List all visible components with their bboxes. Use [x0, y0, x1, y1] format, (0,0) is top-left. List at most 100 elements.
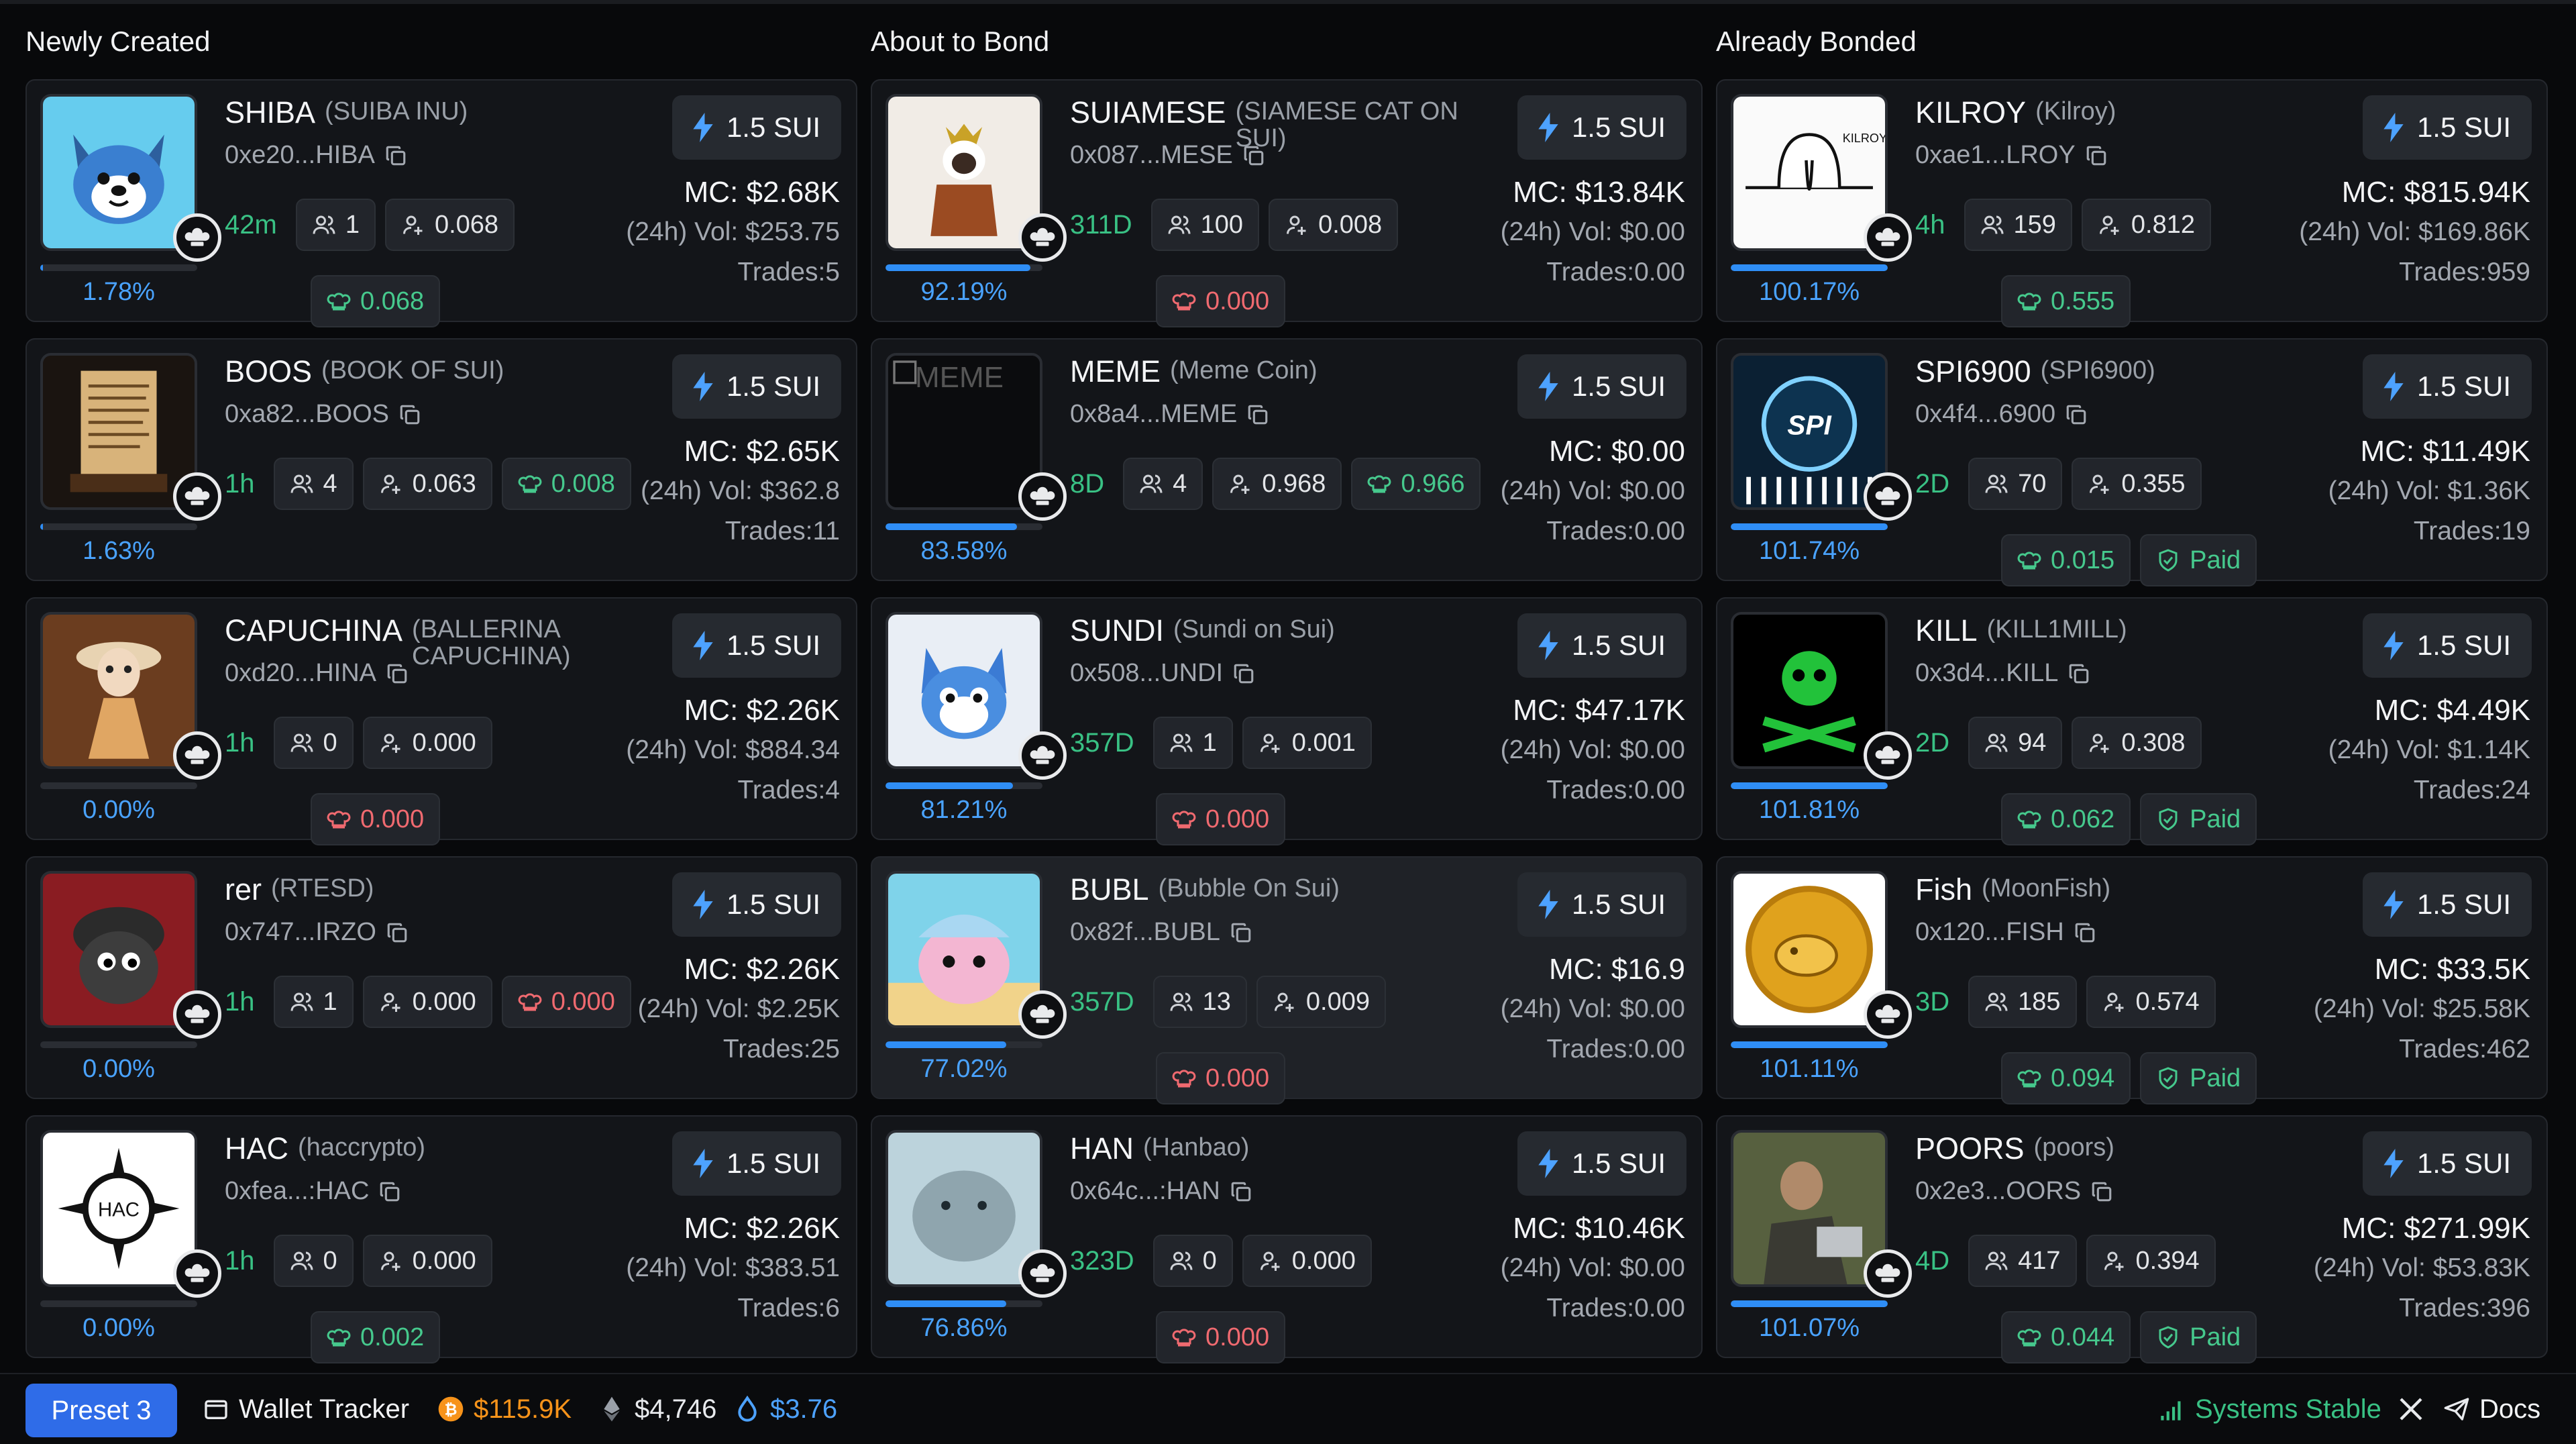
platform-badge	[1018, 1249, 1067, 1298]
quick-buy-button[interactable]: 1.5 SUI	[2363, 1131, 2532, 1196]
token-symbol[interactable]: SUNDI	[1070, 613, 1164, 648]
token-age: 357D	[1070, 727, 1134, 758]
token-symbol[interactable]: SPI6900	[1915, 354, 2031, 389]
token-avatar[interactable]	[1731, 612, 1888, 769]
copy-address-button[interactable]	[398, 403, 421, 426]
token-symbol[interactable]: BUBL	[1070, 872, 1149, 907]
copy-address-button[interactable]	[386, 921, 409, 944]
token-symbol[interactable]: SUIAMESE	[1070, 95, 1226, 130]
quick-buy-button[interactable]: 1.5 SUI	[672, 872, 841, 937]
copy-address-button[interactable]	[1246, 403, 1269, 426]
token-symbol[interactable]: HAC	[225, 1131, 288, 1166]
copy-address-button[interactable]	[1232, 662, 1255, 685]
token-card[interactable]: 101.07% POORS (poors) 0x2e3...OORS 4D 417 0.39…	[1716, 1115, 2548, 1363]
token-avatar[interactable]: MEME	[885, 353, 1042, 510]
bonding-percent: 101.07%	[1758, 1314, 1860, 1342]
token-fullname: (KILL1MILL)	[1986, 615, 2127, 643]
token-symbol[interactable]: HAN	[1070, 1131, 1134, 1166]
token-symbol[interactable]: KILROY	[1915, 95, 2026, 130]
token-avatar[interactable]: HAC	[40, 1130, 197, 1287]
token-card[interactable]: 101.81% KILL (KILL1MILL) 0x3d4...KILL 2D 94 0.…	[1716, 597, 2548, 845]
holders-chip: 4	[273, 458, 354, 510]
token-card[interactable]: KILROY 100.17% KILROY (Kilroy) 0xae1...LROY 4…	[1716, 79, 2548, 327]
token-avatar[interactable]	[885, 871, 1042, 1028]
quick-buy-button[interactable]: 1.5 SUI	[1517, 1131, 1686, 1196]
market-cap: MC: $11.49K	[2360, 435, 2530, 468]
quick-buy-amount: 1.5 SUI	[2416, 370, 2512, 402]
token-card[interactable]: 76.86% HAN (Hanbao) 0x64c...:HAN 323D 0 0.000 0…	[871, 1115, 1703, 1363]
user-plus-icon	[380, 474, 400, 494]
quick-buy-button[interactable]: 1.5 SUI	[672, 95, 841, 160]
quick-buy-button[interactable]: 1.5 SUI	[2363, 613, 2532, 678]
token-symbol[interactable]: Fish	[1915, 872, 1972, 907]
quick-buy-button[interactable]: 1.5 SUI	[2363, 872, 2532, 937]
copy-address-button[interactable]	[378, 1180, 401, 1203]
copy-address-button[interactable]	[2085, 144, 2108, 167]
docs-link[interactable]: Docs	[2443, 1374, 2540, 1444]
copy-address-button[interactable]	[2068, 662, 2090, 685]
token-name-row: MEME (Meme Coin)	[1070, 354, 1466, 389]
token-card[interactable]: SPI 101.74% SPI6900 (SPI6900) 0x4f4...6900 2D…	[1716, 338, 2548, 586]
copy-address-button[interactable]	[384, 144, 407, 167]
quick-buy-button[interactable]: 1.5 SUI	[1517, 613, 1686, 678]
copy-address-button[interactable]	[386, 662, 409, 685]
token-symbol[interactable]: rer	[225, 872, 262, 907]
wallet-tracker-button[interactable]: Wallet Tracker	[203, 1374, 409, 1444]
token-card[interactable]: 1.78% SHIBA (SUIBA INU) 0xe20...HIBA 42m 1 0.0…	[25, 79, 857, 327]
token-avatar[interactable]	[40, 871, 197, 1028]
x-twitter-link[interactable]	[2398, 1374, 2424, 1444]
token-card[interactable]: HAC 0.00% HAC (haccrypto) 0xfea...:HAC 1h 0 0.0…	[25, 1115, 857, 1363]
column-title: Newly Created	[25, 25, 211, 57]
quick-buy-button[interactable]: 1.5 SUI	[1517, 354, 1686, 419]
quick-buy-button[interactable]: 1.5 SUI	[1517, 95, 1686, 160]
contract-address: 0xd20...HINA	[225, 659, 409, 688]
copy-address-button[interactable]	[1230, 921, 1252, 944]
copy-address-button[interactable]	[1242, 144, 1265, 167]
token-card[interactable]: 81.21% SUNDI (Sundi on Sui) 0x508...UNDI 357…	[871, 597, 1703, 845]
copy-address-button[interactable]	[2090, 1180, 2113, 1203]
contract-address: 0x82f...BUBL	[1070, 918, 1252, 947]
token-card[interactable]: 0.00% CAPUCHINA (BALLERINA CAPUCHINA) 0xd20…	[25, 597, 857, 845]
quick-buy-button[interactable]: 1.5 SUI	[2363, 95, 2532, 160]
token-card[interactable]: 77.02% BUBL (Bubble On Sui) 0x82f...BUBL 357…	[871, 856, 1703, 1104]
token-avatar[interactable]: KILROY	[1731, 94, 1888, 251]
token-symbol[interactable]: BOOS	[225, 354, 312, 389]
token-symbol[interactable]: KILL	[1915, 613, 1978, 648]
token-card[interactable]: 92.19% SUIAMESE (SIAMESE CAT ON SUI) 0x087.…	[871, 79, 1703, 327]
contract-address-text: 0xa82...BOOS	[225, 400, 390, 428]
token-age: 2D	[1915, 727, 1950, 758]
quick-buy-button[interactable]: 1.5 SUI	[1517, 872, 1686, 937]
token-card[interactable]: MEME 83.58% MEME (Meme Coin) 0x8a4...MEME 8D 4…	[871, 338, 1703, 581]
token-card[interactable]: 101.11% Fish (MoonFish) 0x120...FISH 3D 185 0.…	[1716, 856, 2548, 1104]
token-symbol[interactable]: MEME	[1070, 354, 1161, 389]
token-avatar[interactable]	[40, 353, 197, 510]
quick-buy-button[interactable]: 1.5 SUI	[672, 354, 841, 419]
copy-address-button[interactable]	[2065, 403, 2088, 426]
quick-buy-button[interactable]: 1.5 SUI	[2363, 354, 2532, 419]
token-avatar[interactable]: SPI	[1731, 353, 1888, 510]
token-avatar[interactable]	[40, 94, 197, 251]
token-avatar[interactable]	[885, 1130, 1042, 1287]
token-symbol[interactable]: POORS	[1915, 1131, 2025, 1166]
preset-button[interactable]: Preset 3	[25, 1384, 177, 1437]
quick-buy-button[interactable]: 1.5 SUI	[672, 613, 841, 678]
token-card[interactable]: 0.00% rer (RTESD) 0x747...IRZO 1h 1 0.000 0.000…	[25, 856, 857, 1099]
token-avatar[interactable]	[885, 612, 1042, 769]
token-card[interactable]: 1.63% BOOS (BOOK OF SUI) 0xa82...BOOS 1h 4 0.0…	[25, 338, 857, 581]
token-avatar[interactable]	[885, 94, 1042, 251]
contract-address-text: 0x82f...BUBL	[1070, 918, 1220, 946]
copy-address-button[interactable]	[1230, 1180, 1252, 1203]
token-symbol[interactable]: CAPUCHINA	[225, 613, 402, 648]
user-plus-icon	[2099, 215, 2119, 235]
lightning-icon	[2383, 113, 2404, 142]
token-avatar[interactable]	[40, 612, 197, 769]
token-avatar[interactable]	[1731, 1130, 1888, 1287]
volume-24h: (24h) Vol: $884.34	[626, 735, 840, 764]
launchpad-chef-icon	[1030, 227, 1055, 246]
trades-count: Trades:462	[2399, 1035, 2530, 1064]
token-avatar[interactable]	[1731, 871, 1888, 1028]
bonding-progress-fill	[885, 523, 1017, 530]
token-symbol[interactable]: SHIBA	[225, 95, 315, 130]
copy-address-button[interactable]	[2074, 921, 2096, 944]
quick-buy-button[interactable]: 1.5 SUI	[672, 1131, 841, 1196]
